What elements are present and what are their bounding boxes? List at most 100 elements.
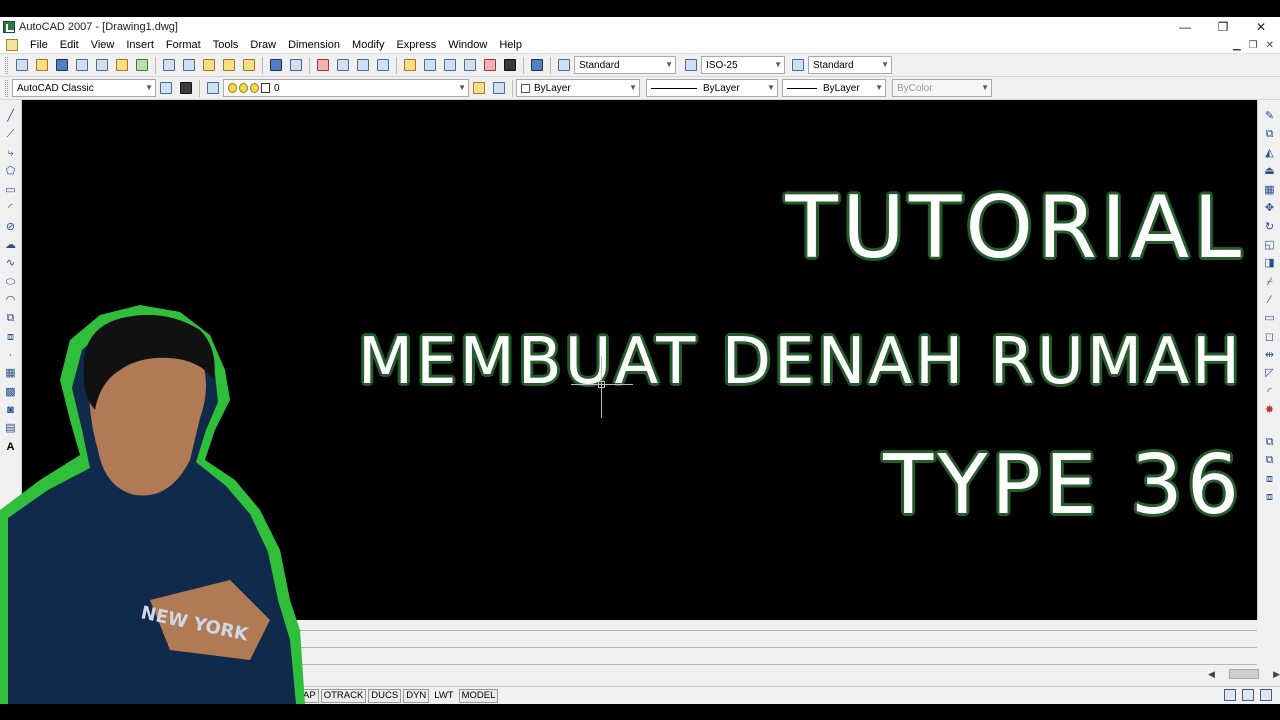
workspace-settings-icon[interactable] [157,79,175,97]
trim-icon[interactable]: ⌿ [1263,276,1276,289]
join-icon[interactable]: ⇹ [1263,349,1276,362]
chamfer-icon[interactable]: ◸ [1263,367,1276,380]
circle-icon[interactable]: ⊘ [4,221,17,234]
layer-previous-icon[interactable] [490,79,508,97]
model-toggle[interactable]: MODEL [458,688,499,703]
lwt-toggle[interactable]: LWT [431,689,456,703]
zoom-window-icon[interactable] [354,56,372,74]
menu-modify[interactable]: Modify [346,39,390,51]
spline-icon[interactable]: ∿ [4,257,17,270]
menu-draw[interactable]: Draw [244,39,282,51]
otrack-toggle[interactable]: OTRACK [320,688,367,703]
menu-view[interactable]: View [85,39,121,51]
mirror-icon[interactable]: ◭ [1263,147,1276,160]
ducs-toggle[interactable]: DUCS [368,688,402,703]
zoom-realtime-icon[interactable] [334,56,352,74]
stretch-icon[interactable]: ◨ [1263,257,1276,270]
clean-screen-icon[interactable] [1260,689,1272,701]
fillet-icon[interactable]: ◜ [1263,386,1276,399]
make-current-layer-icon[interactable] [470,79,488,97]
line-icon[interactable]: ╱ [4,110,17,123]
menu-express[interactable]: Express [390,39,442,51]
pan-icon[interactable] [314,56,332,74]
save-icon[interactable] [53,56,71,74]
lineweight-select[interactable]: ByLayer ▼ [782,79,886,97]
menu-help[interactable]: Help [493,39,528,51]
copy-icon[interactable] [180,56,198,74]
menu-window[interactable]: Window [442,39,493,51]
toolbar-grip[interactable] [5,56,8,74]
tool-palettes-icon[interactable] [441,56,459,74]
doc-minimize-icon[interactable]: ▁ [1233,40,1241,51]
my-workspace-icon[interactable] [177,79,195,97]
undo-icon[interactable] [267,56,285,74]
help-icon[interactable] [528,56,546,74]
3d-dwf-icon[interactable] [133,56,151,74]
extend-icon[interactable]: ⁄ [1263,294,1276,307]
menu-file[interactable]: File [24,39,54,51]
new-file-icon[interactable] [13,56,31,74]
layer-properties-icon[interactable] [204,79,222,97]
match-properties-icon[interactable] [220,56,238,74]
menu-format[interactable]: Format [160,39,207,51]
redo-icon[interactable] [287,56,305,74]
cut-icon[interactable] [160,56,178,74]
plot-preview-icon[interactable] [93,56,111,74]
draw-order-back-icon[interactable]: ⧉ [1263,454,1276,467]
menu-tools[interactable]: Tools [207,39,245,51]
offset-icon[interactable]: ⏏ [1263,165,1276,178]
rotate-icon[interactable]: ↻ [1263,221,1276,234]
restore-button[interactable]: ❐ [1204,17,1242,36]
draw-order-front-icon[interactable]: ⧉ [1263,436,1276,449]
menu-insert[interactable]: Insert [120,39,160,51]
calculator-icon[interactable] [501,56,519,74]
explode-icon[interactable]: ✸ [1263,404,1276,417]
command-scrollbar[interactable]: ◀ ▶ [1208,667,1280,681]
dim-style-select[interactable]: ISO-25 ▼ [701,56,785,74]
workspace-select[interactable]: AutoCAD Classic ▼ [12,79,156,97]
rectangle-icon[interactable]: ▭ [4,184,17,197]
scroll-left-icon[interactable]: ◀ [1208,669,1215,680]
zoom-previous-icon[interactable] [374,56,392,74]
document-icon[interactable] [6,38,18,51]
color-select[interactable]: ByLayer ▼ [516,79,640,97]
communication-center-icon[interactable] [1224,689,1236,701]
linetype-select[interactable]: ByLayer ▼ [646,79,778,97]
scroll-thumb[interactable] [1229,669,1259,679]
ellipse-icon[interactable]: ⬭ [4,276,17,289]
doc-restore-icon[interactable]: ❐ [1249,40,1258,51]
copy-object-icon[interactable]: ⧉ [1263,128,1276,141]
open-file-icon[interactable] [33,56,51,74]
table-style-select[interactable]: Standard ▼ [808,56,892,74]
arc-icon[interactable]: ◜ [4,202,17,215]
design-center-icon[interactable] [421,56,439,74]
block-editor-icon[interactable] [240,56,258,74]
doc-close-icon[interactable]: ✕ [1266,40,1274,51]
erase-icon[interactable]: ✎ [1263,110,1276,123]
text-style-select[interactable]: Standard ▼ [574,56,676,74]
polyline-icon[interactable]: ⤷ [4,147,17,160]
properties-icon[interactable] [401,56,419,74]
move-icon[interactable]: ✥ [1263,202,1276,215]
markup-icon[interactable] [481,56,499,74]
layer-select[interactable]: 0 ▼ [223,79,469,97]
bring-above-icon[interactable]: ⧈ [1263,473,1276,486]
scale-icon[interactable]: ◱ [1263,239,1276,252]
menu-edit[interactable]: Edit [54,39,85,51]
toolbar-grip[interactable] [5,79,8,97]
publish-icon[interactable] [113,56,131,74]
dyn-toggle[interactable]: DYN [403,688,430,703]
construction-line-icon[interactable]: ⟋ [4,128,17,141]
lock-icon[interactable] [1242,689,1254,701]
close-button[interactable]: ✕ [1242,17,1280,36]
send-under-icon[interactable]: ⧈ [1263,491,1276,504]
menu-dimension[interactable]: Dimension [282,39,346,51]
plot-icon[interactable] [73,56,91,74]
break-at-point-icon[interactable]: ▭ [1263,312,1276,325]
scroll-right-icon[interactable]: ▶ [1273,669,1280,680]
sheet-set-icon[interactable] [461,56,479,74]
polygon-icon[interactable]: ⬠ [4,165,17,178]
revision-cloud-icon[interactable]: ☁ [4,239,17,252]
array-icon[interactable]: ▦ [1263,184,1276,197]
minimize-button[interactable]: — [1166,17,1204,36]
